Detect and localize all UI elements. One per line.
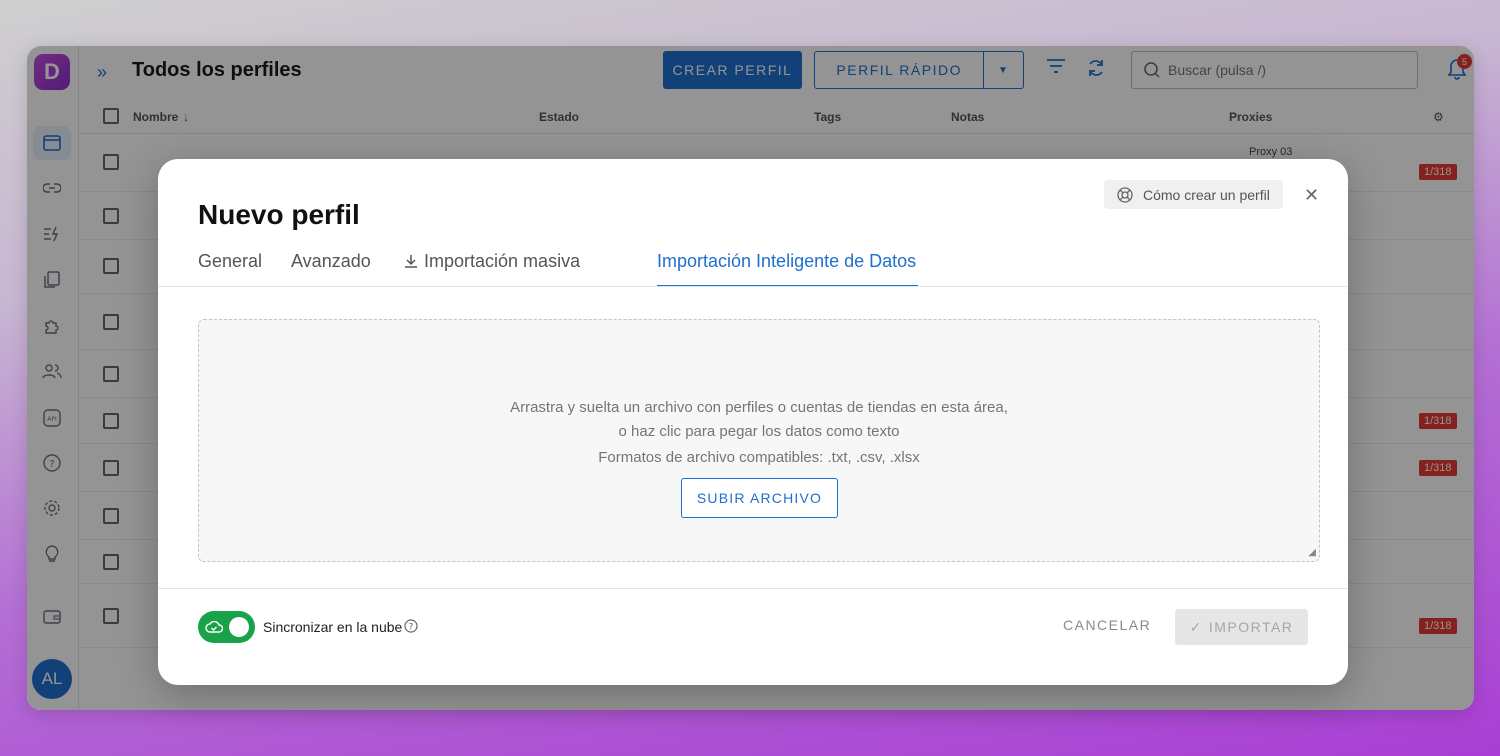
- tab-general[interactable]: General: [198, 251, 262, 272]
- cloud-check-icon: [205, 620, 223, 633]
- lifebuoy-icon: [1117, 186, 1133, 203]
- resize-handle-icon[interactable]: ◢: [1308, 547, 1316, 558]
- tab-advanced[interactable]: Avanzado: [291, 251, 371, 272]
- dropzone-instructions-text: Arrastra y suelta un archivo con perfile…: [510, 399, 1008, 440]
- close-icon[interactable]: ✕: [1304, 185, 1319, 206]
- cloud-sync-toggle[interactable]: [198, 611, 255, 643]
- supported-formats: Formatos de archivo compatibles: .txt, .…: [598, 449, 920, 466]
- upload-file-button[interactable]: SUBIR ARCHIVO: [681, 478, 838, 518]
- file-dropzone[interactable]: Arrastra y suelta un archivo con perfile…: [198, 319, 1320, 562]
- question-icon[interactable]: ?: [404, 619, 418, 638]
- cloud-sync-label: Sincronizar en la nube: [263, 619, 403, 635]
- svg-text:?: ?: [409, 623, 414, 633]
- tab-bulk-import[interactable]: Importación masiva: [403, 251, 580, 272]
- cancel-button[interactable]: CANCELAR: [1063, 617, 1151, 633]
- download-icon: [405, 255, 417, 268]
- dialog-title: Nuevo perfil: [198, 199, 360, 230]
- divider: [158, 588, 1348, 589]
- toggle-knob: [229, 617, 249, 637]
- divider: [158, 286, 1348, 287]
- how-to-create-profile-button[interactable]: Cómo crear un perfil: [1104, 180, 1283, 209]
- check-icon: ✓: [1189, 618, 1203, 635]
- tab-bulk-import-label: Importación masiva: [424, 251, 581, 271]
- import-button-label: IMPORTAR: [1208, 619, 1294, 635]
- tab-smart-import[interactable]: Importación Inteligente de Datos: [657, 251, 916, 272]
- help-link-label: Cómo crear un perfil: [1143, 186, 1270, 203]
- new-profile-dialog: Nuevo perfil Cómo crear un perfil ✕ Gene…: [158, 159, 1348, 685]
- import-button[interactable]: ✓ IMPORTAR: [1175, 609, 1308, 645]
- dropzone-instructions: Arrastra y suelta un archivo con perfile…: [199, 396, 1319, 444]
